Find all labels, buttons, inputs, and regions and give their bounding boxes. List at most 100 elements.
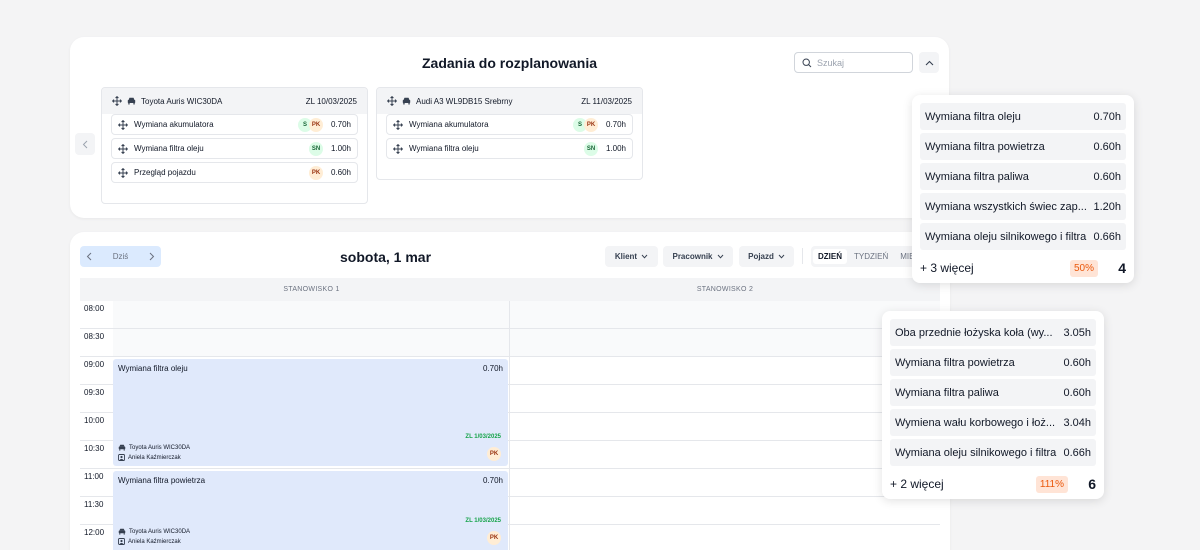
event-car: Toyota Auris WIC30DA [118, 444, 190, 451]
time-label: 08:00 [84, 304, 105, 313]
time-label: 11:00 [84, 472, 104, 481]
popover-task-hours: 3.04h [1063, 416, 1091, 429]
time-slot[interactable] [510, 469, 940, 496]
unscheduled-panel: Zadania do rozplanowania Toyota Auris WI… [70, 37, 949, 218]
event-hours: 0.70h [482, 364, 503, 373]
filter-employee-button[interactable]: Pracownik [663, 246, 733, 267]
time-label: 10:00 [84, 416, 105, 425]
popover-task-name: Wymiena wału korbowego i łoż... [895, 416, 1056, 429]
popover-task-hours: 0.60h [1063, 356, 1091, 369]
toolbar-divider [802, 248, 803, 264]
task-item[interactable]: Wymiana akumulatora S PK 0.70h [111, 114, 358, 135]
task-item[interactable]: Wymiana filtra oleju SN 1.00h [386, 138, 633, 159]
time-label: 12:00 [84, 528, 105, 537]
scroll-left-button[interactable] [75, 133, 95, 155]
popover-task-name: Wymiana filtra paliwa [925, 170, 1029, 183]
task-name: Wymiana akumulatora [134, 120, 214, 129]
filter-label: Pojazd [748, 252, 774, 261]
event-title: Wymiana filtra oleju [118, 364, 188, 373]
popover-task[interactable]: Wymiana oleju silnikowego i filtra 0.66h [890, 439, 1096, 466]
search-input[interactable] [817, 57, 902, 68]
popover-task[interactable]: Wymiana filtra paliwa 0.60h [890, 379, 1096, 406]
popover-task[interactable]: Wymiena wału korbowego i łoż... 3.04h [890, 409, 1096, 436]
chevron-left-icon[interactable] [86, 252, 92, 261]
task-item[interactable]: Przegląd pojazdu PK 0.60h [111, 162, 358, 183]
popover-task[interactable]: Wymiana filtra powietrza 0.60h [920, 133, 1126, 160]
event-person: Aniela Kaźmierczak [118, 538, 181, 545]
task-item[interactable]: Wymiana filtra oleju SN 1.00h [111, 138, 358, 159]
search-box[interactable] [794, 52, 913, 73]
time-slot[interactable] [510, 329, 940, 356]
filter-label: Klient [614, 252, 638, 261]
task-name: Wymiana akumulatora [409, 120, 489, 129]
popover-task[interactable]: Wymiana filtra powietrza 0.60h [890, 349, 1096, 376]
calendar-event[interactable]: Wymiana filtra oleju 0.70h ZL 1/03/2025 … [113, 359, 508, 466]
task-hours: 0.70h [605, 120, 626, 129]
popover-task-name: Oba przednie łożyska koła (wy... [895, 326, 1053, 339]
time-slot[interactable] [510, 301, 940, 328]
time-slot-row: 08:30 [80, 329, 940, 357]
car-card[interactable]: Toyota Auris WIC30DA ZL 10/03/2025 Wymia… [101, 87, 368, 204]
car-icon [402, 97, 411, 105]
car-date: ZL 10/03/2025 [305, 96, 357, 106]
view-week-tab[interactable]: TYDZIEŃ [849, 249, 893, 264]
time-slot[interactable] [113, 329, 510, 356]
chevron-down-icon [641, 254, 648, 259]
drag-move-icon[interactable] [393, 143, 403, 154]
time-label: 09:30 [84, 388, 105, 397]
drag-move-icon[interactable] [387, 96, 397, 106]
time-slot[interactable] [510, 413, 940, 440]
drag-move-icon[interactable] [118, 143, 128, 154]
time-label: 11:30 [84, 500, 104, 509]
show-more-link[interactable]: + 2 więcej [890, 477, 1036, 491]
popover-task-hours: 3.05h [1063, 326, 1091, 339]
car-card[interactable]: Audi A3 WL9DB15 Srebrny ZL 11/03/2025 Wy… [376, 87, 643, 180]
car-card-header: Audi A3 WL9DB15 Srebrny ZL 11/03/2025 [377, 88, 642, 114]
popover-task[interactable]: Wymiana oleju silnikowego i filtra 0.66h [920, 223, 1126, 250]
popover-task[interactable]: Wymiana wszystkich świec zap... 1.20h [920, 193, 1126, 220]
popover-task[interactable]: Wymiana filtra oleju 0.70h [920, 103, 1126, 130]
tasks-popover: Wymiana filtra oleju 0.70h Wymiana filtra… [912, 95, 1134, 283]
time-slot[interactable] [510, 385, 940, 412]
popover-task-hours: 1.20h [1093, 200, 1121, 213]
search-icon [802, 57, 812, 67]
event-hours: 0.70h [482, 476, 503, 485]
calendar-event[interactable]: Wymiana filtra powietrza 0.70h ZL 1/03/2… [113, 471, 508, 550]
chevron-right-icon[interactable] [149, 252, 155, 261]
show-more-link[interactable]: + 3 więcej [920, 261, 1070, 275]
user-icon [118, 538, 125, 545]
popover-task-name: Wymiana filtra powietrza [925, 140, 1045, 153]
drag-move-icon[interactable] [118, 167, 128, 178]
assignee-badge: PK [309, 165, 323, 180]
time-label: 10:30 [84, 444, 105, 453]
popover-task-hours: 0.60h [1093, 140, 1121, 153]
drag-move-icon[interactable] [393, 119, 403, 130]
drag-move-icon[interactable] [118, 119, 128, 130]
popover-task[interactable]: Wymiana filtra paliwa 0.60h [920, 163, 1126, 190]
time-slot[interactable] [510, 357, 940, 384]
assignee-badge: PK [487, 531, 501, 545]
time-slot-row: 08:00 [80, 301, 940, 329]
time-slot[interactable] [510, 525, 940, 550]
filter-client-button[interactable]: Klient [605, 246, 658, 267]
popover-task[interactable]: Oba przednie łożyska koła (wy... 3.05h [890, 319, 1096, 346]
view-day-tab[interactable]: DZIEŃ [813, 249, 847, 264]
event-car: Toyota Auris WIC30DA [118, 528, 190, 535]
task-name: Wymiana filtra oleju [134, 144, 204, 153]
task-item[interactable]: Wymiana akumulatora S PK 0.70h [386, 114, 633, 135]
time-slot[interactable] [510, 497, 940, 524]
assignee-badge: PK [487, 447, 501, 461]
task-name: Przegląd pojazdu [134, 168, 196, 177]
today-button[interactable]: Dziś [113, 252, 129, 261]
task-count: 4 [1118, 260, 1126, 276]
filter-vehicle-button[interactable]: Pojazd [739, 246, 794, 267]
popover-footer: + 3 więcej 50% 4 [920, 253, 1126, 283]
drag-move-icon[interactable] [112, 96, 122, 106]
collapse-button[interactable] [919, 52, 939, 73]
popover-task-hours: 0.66h [1063, 446, 1091, 459]
assignee-badge: PK [309, 117, 323, 132]
time-slot[interactable] [510, 441, 940, 468]
popover-task-hours: 0.60h [1063, 386, 1091, 399]
time-slot[interactable] [113, 301, 510, 328]
time-label: 09:00 [84, 360, 105, 369]
